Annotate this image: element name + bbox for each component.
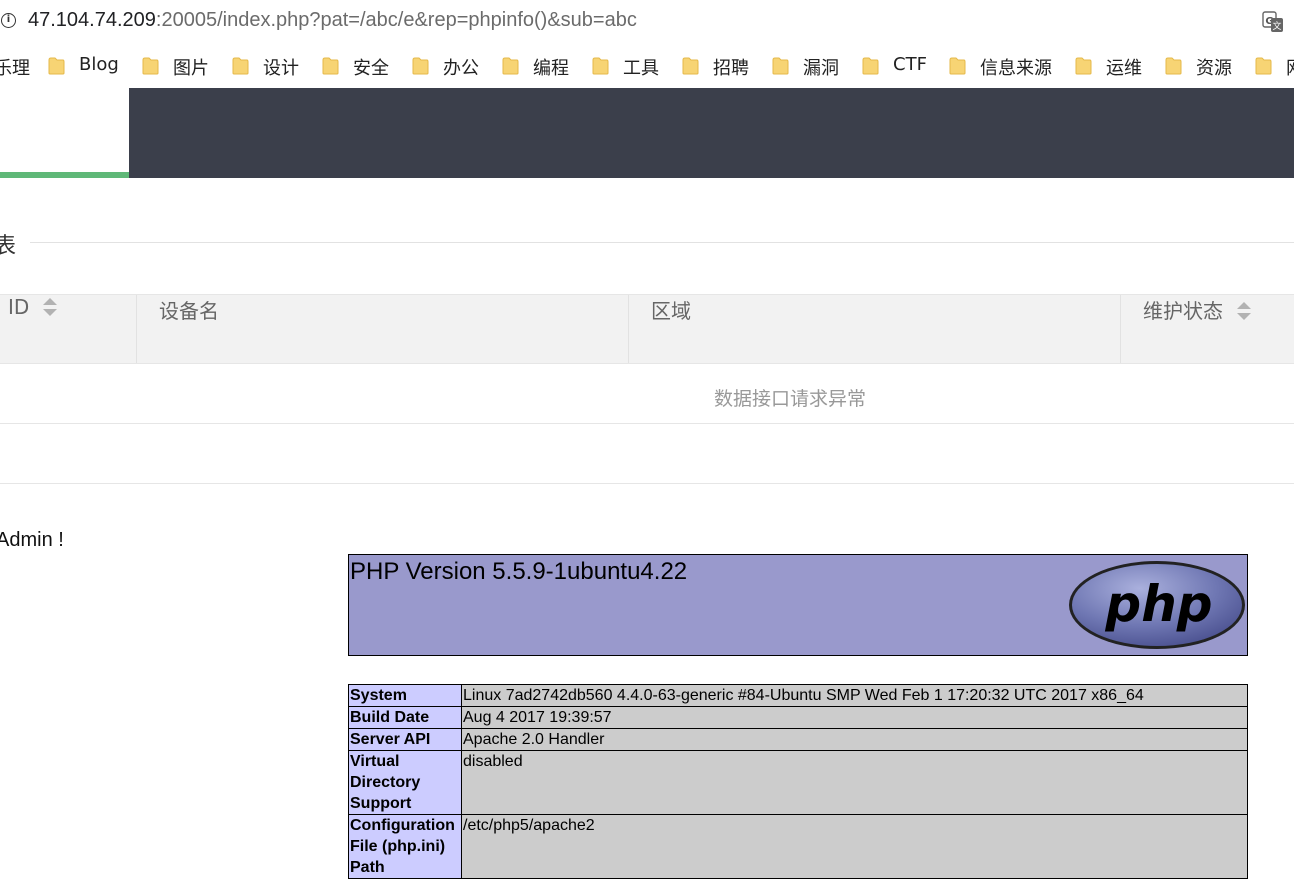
bookmark-item[interactable]: 安全: [322, 54, 389, 79]
bookmark-label: 安全: [353, 58, 389, 79]
column-header-label: 区域: [651, 299, 691, 323]
table-header: ID 设备名 区域 维护状态: [0, 294, 1294, 364]
bookmark-label: 图片: [173, 58, 209, 79]
bookmark-item[interactable]: 设计: [232, 54, 299, 79]
bookmark-item[interactable]: 信息来源: [949, 54, 1052, 79]
bookmark-label: CTF: [893, 54, 927, 75]
welcome-text: Admin !: [0, 529, 64, 551]
phpinfo-row: Server API Apache 2.0 Handler: [348, 728, 1248, 751]
phpinfo-value: Aug 4 2017 19:39:57: [461, 706, 1248, 729]
translate-icon[interactable]: G 文: [1262, 11, 1284, 33]
phpinfo-header: PHP Version 5.5.9-1ubuntu4.22 php: [348, 554, 1248, 656]
folder-icon: [322, 57, 339, 75]
folder-icon: [1165, 57, 1182, 75]
bookmark-item[interactable]: CTF: [862, 54, 927, 78]
folder-icon: [48, 57, 65, 75]
bookmark-item[interactable]: 网: [1255, 54, 1294, 80]
url-text[interactable]: 47.104.74.209:20005/index.php?pat=/abc/e…: [28, 9, 637, 32]
phpinfo-row: Virtual Directory Support disabled: [348, 750, 1248, 815]
bookmarks-bar: 乐理 Blog 图片 设计 安全 办公 编程 工具 招聘 漏洞 CTF 信息来源 运维 资源 网: [0, 44, 1294, 89]
table-empty-row: [0, 364, 1294, 424]
folder-icon: [412, 57, 429, 75]
column-header-area: 区域: [651, 295, 691, 363]
column-header-label: 设备名: [159, 299, 219, 323]
phpinfo-value: Apache 2.0 Handler: [461, 728, 1248, 751]
phpinfo-value: disabled: [461, 750, 1248, 815]
folder-icon: [592, 57, 609, 75]
folder-icon: [502, 57, 519, 75]
active-tab-indicator: [0, 172, 129, 178]
bookmark-label: Blog: [79, 54, 119, 75]
svg-text:文: 文: [1272, 20, 1281, 32]
phpinfo-key: System: [348, 684, 462, 707]
section-title: 表: [0, 234, 17, 259]
php-version-title: PHP Version 5.5.9-1ubuntu4.22: [350, 558, 688, 585]
column-header-label: ID: [8, 295, 30, 319]
bookmark-label: 乐理: [0, 58, 30, 79]
bookmark-label: 信息来源: [980, 58, 1052, 79]
sort-icon[interactable]: [43, 297, 58, 316]
column-header-id[interactable]: ID: [8, 295, 58, 363]
column-header-maintenance-status[interactable]: 维护状态: [1143, 295, 1251, 363]
empty-message: 数据接口请求异常: [714, 388, 867, 410]
bookmark-label: 资源: [1196, 58, 1232, 79]
url-host: 47.104.74.209: [28, 9, 156, 31]
bookmark-item[interactable]: 招聘: [682, 54, 749, 79]
column-header-device-name: 设备名: [159, 295, 219, 363]
section-divider: [30, 242, 1294, 243]
phpinfo-value: Linux 7ad2742db560 4.4.0-63-generic #84-…: [461, 684, 1248, 707]
folder-icon: [862, 57, 879, 75]
bookmark-label: 网: [1286, 54, 1294, 80]
phpinfo-row: System Linux 7ad2742db560 4.4.0-63-generi…: [348, 684, 1248, 707]
bookmark-label: 办公: [443, 58, 479, 79]
folder-icon: [949, 57, 966, 75]
bookmark-item[interactable]: 运维: [1075, 54, 1142, 79]
bookmark-item[interactable]: 漏洞: [772, 54, 839, 79]
app-header: [0, 88, 1294, 178]
folder-icon: [682, 57, 699, 75]
phpinfo-table: System Linux 7ad2742db560 4.4.0-63-generi…: [348, 684, 1248, 879]
bookmark-label: 招聘: [713, 58, 749, 79]
phpinfo-key: Server API: [348, 728, 462, 751]
url-path: :20005/index.php?pat=/abc/e&rep=phpinfo(…: [155, 9, 637, 31]
bookmark-item[interactable]: 办公: [412, 54, 479, 79]
phpinfo-key: Virtual Directory Support: [348, 750, 462, 815]
phpinfo-key: Build Date: [348, 706, 462, 729]
table-footer-divider: [0, 483, 1294, 484]
bookmark-label: 工具: [623, 58, 659, 79]
bookmark-item[interactable]: 编程: [502, 54, 569, 79]
php-logo-text: php: [1104, 575, 1212, 633]
phpinfo-row: Build Date Aug 4 2017 19:39:57: [348, 706, 1248, 729]
folder-icon: [772, 57, 789, 75]
folder-icon: [232, 57, 249, 75]
address-bar[interactable]: i 47.104.74.209:20005/index.php?pat=/abc…: [0, 0, 1294, 45]
bookmark-item[interactable]: 乐理: [0, 54, 30, 79]
bookmark-item[interactable]: 资源: [1165, 54, 1232, 79]
php-logo[interactable]: php: [1067, 559, 1247, 651]
bookmark-item[interactable]: 工具: [592, 54, 659, 79]
bookmark-item[interactable]: 图片: [142, 54, 209, 79]
bookmark-label: 设计: [263, 58, 299, 79]
bookmark-item[interactable]: Blog: [48, 54, 119, 78]
sort-icon[interactable]: [1237, 301, 1251, 320]
folder-icon: [1075, 57, 1092, 75]
folder-icon: [1255, 57, 1272, 75]
bookmark-label: 运维: [1106, 58, 1142, 79]
folder-icon: [142, 57, 159, 75]
bookmark-label: 编程: [533, 58, 569, 79]
logo-area[interactable]: [0, 88, 129, 178]
bookmark-label: 漏洞: [803, 58, 839, 79]
column-header-label: 维护状态: [1143, 299, 1223, 323]
info-icon[interactable]: i: [1, 13, 16, 28]
